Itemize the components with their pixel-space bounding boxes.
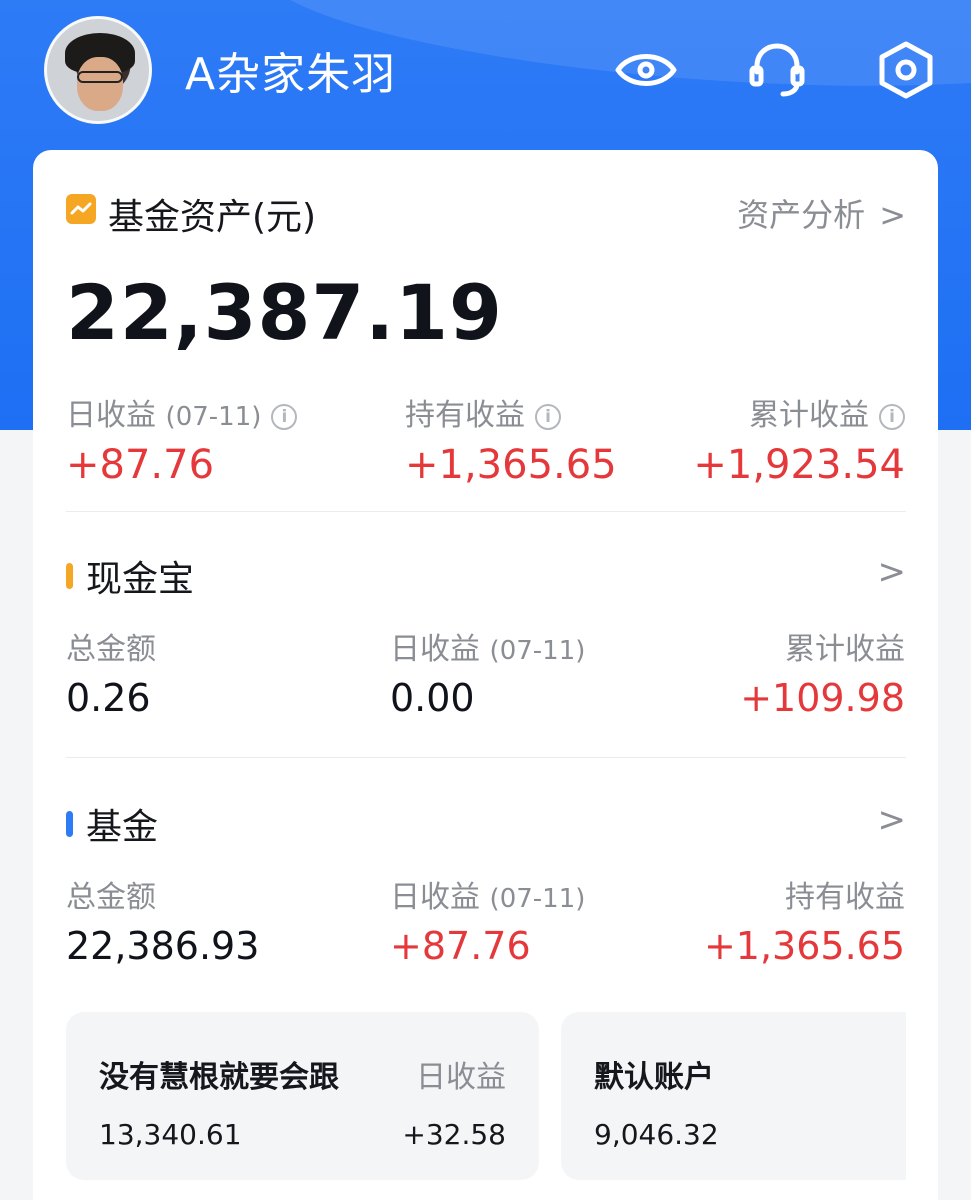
total-asset-value: 22,387.19 (66, 268, 503, 357)
cash-cumulative-label: 累计收益 (785, 632, 905, 667)
divider (66, 511, 906, 512)
chevron-right-icon[interactable]: > (878, 800, 907, 840)
holding-income-label: 持有收益 i (405, 390, 561, 434)
avatar-face (77, 57, 123, 111)
avatar-glasses (77, 71, 123, 83)
cash-cumulative-value: +109.98 (740, 676, 905, 720)
section-marker (66, 811, 73, 837)
settings-icon[interactable] (874, 40, 938, 100)
info-icon[interactable]: i (535, 404, 561, 430)
account-card[interactable]: 没有慧根就要会跟 日收益 13,340.61 +32.58 (66, 1012, 539, 1180)
cash-total-label: 总金额 (66, 632, 156, 667)
account-name: 默认账户 (594, 1060, 714, 1095)
account-name: 没有慧根就要会跟 (99, 1060, 339, 1095)
fund-section-title[interactable]: 基金 (66, 798, 158, 850)
chevron-right-icon: > (879, 196, 906, 234)
headset-icon[interactable] (745, 40, 809, 100)
avatar[interactable] (44, 16, 152, 124)
fund-daily-label: 日收益 (07-11) (390, 880, 586, 915)
fund-holding-value: +1,365.65 (703, 924, 905, 968)
asset-analysis-label: 资产分析 (737, 196, 866, 234)
trend-icon (66, 194, 96, 224)
divider (66, 757, 906, 758)
account-daily-label: 日收益 (416, 1060, 506, 1095)
asset-title: 基金资产(元) (108, 197, 317, 238)
fund-holding-label: 持有收益 (785, 880, 905, 915)
daily-income-label: 日收益 (07-11) i (66, 390, 298, 434)
account-daily-value: +32.58 (402, 1118, 506, 1151)
asset-card: 基金资产(元) 资产分析 > 22,387.19 日收益 (07-11) i 持有收… (33, 150, 938, 1200)
fund-total-value: 22,386.93 (66, 924, 260, 968)
chevron-right-icon[interactable]: > (878, 552, 907, 592)
fund-total-label: 总金额 (66, 880, 156, 915)
cash-total-value: 0.26 (66, 676, 151, 720)
cash-daily-value: 0.00 (390, 676, 475, 720)
account-amount: 13,340.61 (99, 1118, 242, 1151)
cash-section-title[interactable]: 现金宝 (66, 550, 194, 602)
account-card[interactable]: 默认账户 9,046.32 (561, 1012, 906, 1180)
fund-daily-value: +87.76 (390, 924, 531, 968)
section-marker (66, 563, 73, 589)
info-icon[interactable]: i (271, 404, 298, 430)
cumulative-income-value: +1,923.54 (693, 442, 905, 488)
eye-icon[interactable] (614, 40, 678, 100)
username[interactable]: A杂家朱羽 (185, 38, 396, 102)
asset-analysis-link[interactable]: 资产分析 > (737, 190, 906, 236)
daily-income-value: +87.76 (66, 442, 215, 488)
cumulative-income-label: 累计收益 i (749, 390, 905, 434)
account-amount: 9,046.32 (594, 1118, 719, 1151)
cash-daily-label: 日收益 (07-11) (390, 632, 586, 667)
info-icon[interactable]: i (879, 404, 905, 430)
holding-income-value: +1,365.65 (405, 442, 617, 488)
